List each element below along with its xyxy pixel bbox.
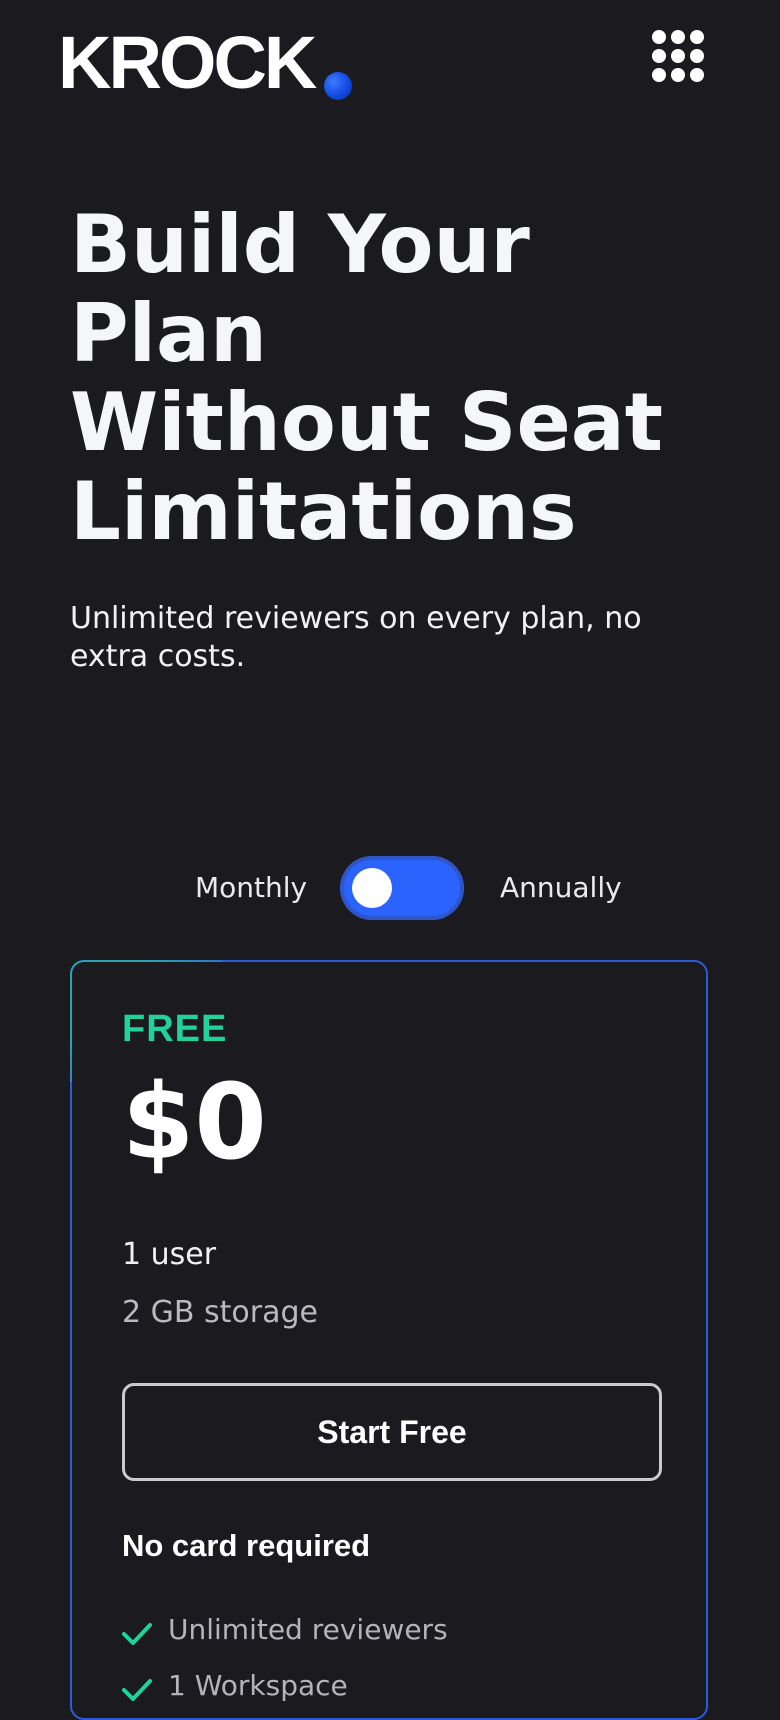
feature-label: Unlimited reviewers — [168, 1613, 448, 1646]
grid-dot-icon — [671, 30, 685, 44]
check-icon — [122, 1678, 152, 1702]
switch-knob — [352, 868, 392, 908]
page-title-line: Limitations — [70, 465, 577, 558]
logo-wordmark: KROCK — [58, 21, 317, 104]
grid-dot-icon — [690, 49, 704, 63]
grid-dot-icon — [690, 68, 704, 82]
grid-dot-icon — [690, 30, 704, 44]
page-title: Build Your Plan Without Seat Limitations — [70, 200, 730, 556]
feature-item: Unlimited reviewers — [122, 1602, 448, 1658]
grid-dot-icon — [671, 68, 685, 82]
feature-item: 1 Workspace — [122, 1658, 448, 1714]
menu-grid-button[interactable] — [652, 30, 710, 88]
site-header: KROCK — [0, 0, 780, 130]
grid-dot-icon — [652, 49, 666, 63]
page-subtitle: Unlimited reviewers on every plan, no ex… — [70, 601, 642, 674]
check-icon — [122, 1622, 152, 1646]
start-free-button[interactable]: Start Free — [122, 1383, 662, 1481]
monthly-label[interactable]: Monthly — [195, 871, 307, 905]
krock-logo[interactable]: KROCK — [58, 21, 353, 104]
feature-list: Unlimited reviewers 1 Workspace — [122, 1602, 448, 1714]
plan-note: No card required — [122, 1528, 371, 1563]
plan-users: 1 user — [122, 1237, 217, 1272]
grid-dot-icon — [671, 49, 685, 63]
logo-dot-icon — [324, 72, 353, 100]
page-title-line: Plan — [70, 287, 267, 380]
grid-dot-icon — [652, 30, 666, 44]
page-title-line: Build Your — [70, 198, 530, 291]
billing-switch[interactable] — [340, 856, 464, 920]
plan-name: FREE — [122, 1008, 228, 1050]
billing-period-toggle: Monthly Annually — [0, 855, 780, 921]
grid-dot-icon — [652, 68, 666, 82]
annually-label[interactable]: Annually — [500, 871, 622, 905]
page-title-line: Without Seat — [70, 376, 663, 469]
plan-card-free: FREE $0 1 user 2 GB storage Start Free N… — [70, 960, 708, 1720]
feature-label: 1 Workspace — [168, 1669, 348, 1702]
plan-price: $0 — [122, 1061, 267, 1183]
plan-storage: 2 GB storage — [122, 1295, 318, 1330]
